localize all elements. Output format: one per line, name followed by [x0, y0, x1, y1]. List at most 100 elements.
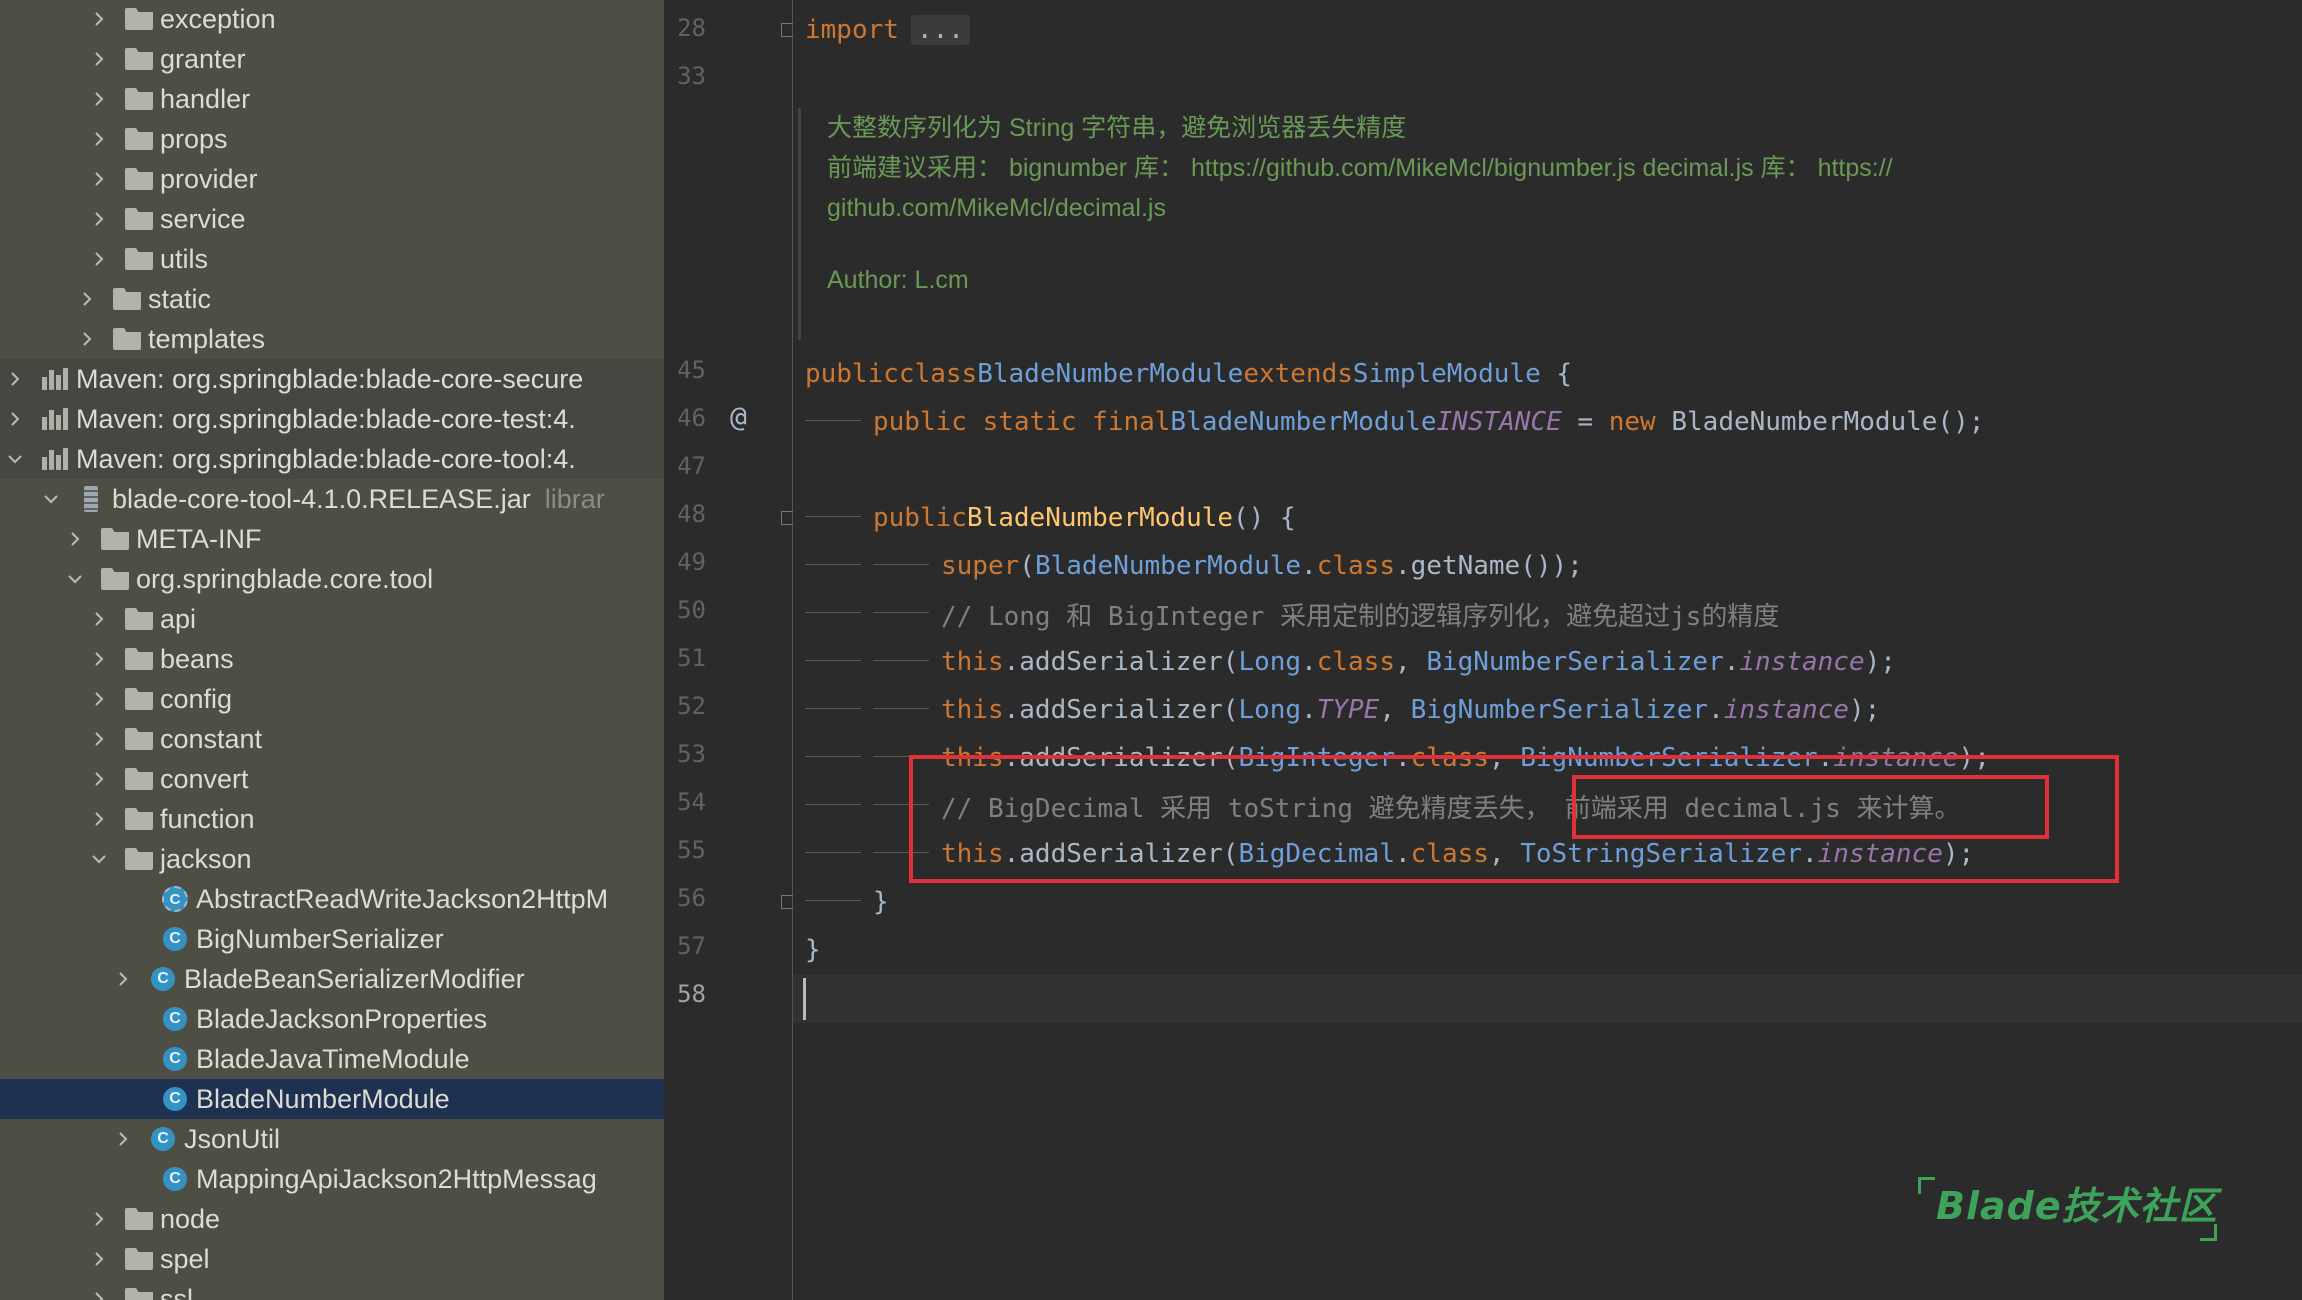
- tree-item[interactable]: provider: [0, 159, 664, 199]
- chevron-right-icon[interactable]: [88, 728, 110, 750]
- tree-item-label: handler: [160, 83, 251, 114]
- chevron-right-icon[interactable]: [88, 168, 110, 190]
- tree-item[interactable]: props: [0, 119, 664, 159]
- chevron-right-icon[interactable]: [88, 648, 110, 670]
- chevron-right-icon[interactable]: [4, 368, 26, 390]
- code-line-56: }: [805, 880, 889, 924]
- tree-item[interactable]: Maven: org.springblade:blade-core-tool:4…: [0, 439, 664, 479]
- folder-icon: [112, 326, 142, 352]
- class-icon: [148, 1126, 178, 1152]
- folder-icon: [100, 566, 130, 592]
- tree-item[interactable]: utils: [0, 239, 664, 279]
- tree-item-label: MappingApiJackson2HttpMessag: [196, 1163, 597, 1194]
- tree-item-label: Maven: org.springblade:blade-core-test:4…: [76, 403, 576, 434]
- tree-item[interactable]: jackson: [0, 839, 664, 879]
- chevron-right-icon[interactable]: [112, 1128, 134, 1150]
- chevron-right-icon[interactable]: [88, 688, 110, 710]
- tree-item-label: utils: [160, 243, 209, 274]
- folded-imports[interactable]: ...: [910, 15, 970, 45]
- folder-icon: [124, 1286, 154, 1300]
- tree-item[interactable]: config: [0, 679, 664, 719]
- folder-icon: [124, 6, 154, 32]
- tree-item-label: BladeNumberModule: [196, 1083, 450, 1114]
- folder-icon: [124, 766, 154, 792]
- tree-item[interactable]: static: [0, 279, 664, 319]
- tree-item[interactable]: function: [0, 799, 664, 839]
- tree-item[interactable]: Maven: org.springblade:blade-core-secure: [0, 359, 664, 399]
- chevron-right-icon[interactable]: [88, 8, 110, 30]
- tree-item[interactable]: AbstractReadWriteJackson2HttpM: [0, 879, 664, 919]
- tree-item-label: Maven: org.springblade:blade-core-secure: [76, 363, 584, 394]
- tree-item[interactable]: blade-core-tool-4.1.0.RELEASE.jar librar: [0, 479, 664, 519]
- line-number: 50: [677, 596, 706, 624]
- chevron-right-icon[interactable]: [76, 288, 98, 310]
- javadoc-block: 大整数序列化为 String 字符串，避免浏览器丢失精度 前端建议采用： big…: [798, 108, 2078, 340]
- class-icon: [148, 966, 178, 992]
- chevron-right-icon[interactable]: [112, 968, 134, 990]
- chevron-right-icon[interactable]: [64, 528, 86, 550]
- tree-item-label: props: [160, 123, 228, 154]
- chevron-right-icon[interactable]: [76, 328, 98, 350]
- tree-item-label: granter: [160, 43, 246, 74]
- tree-item[interactable]: META-INF: [0, 519, 664, 559]
- tree-item[interactable]: constant: [0, 719, 664, 759]
- chevron-down-icon[interactable]: [88, 848, 110, 870]
- override-marker-icon[interactable]: @: [730, 400, 747, 433]
- chevron-right-icon[interactable]: [88, 208, 110, 230]
- tree-item-label: spel: [160, 1243, 210, 1274]
- tree-item[interactable]: granter: [0, 39, 664, 79]
- tree-item[interactable]: MappingApiJackson2HttpMessag: [0, 1159, 664, 1199]
- chevron-right-icon[interactable]: [88, 1288, 110, 1300]
- text-caret: [803, 978, 806, 1020]
- tree-item-label: BladeJacksonProperties: [196, 1003, 488, 1034]
- tree-item[interactable]: convert: [0, 759, 664, 799]
- tree-item[interactable]: BladeBeanSerializerModifier: [0, 959, 664, 999]
- folder-icon: [124, 646, 154, 672]
- tree-item-label: Maven: org.springblade:blade-core-tool:4…: [76, 443, 576, 474]
- tree-item[interactable]: ssl: [0, 1279, 664, 1300]
- tree-item[interactable]: org.springblade.core.tool: [0, 559, 664, 599]
- tree-item-label: AbstractReadWriteJackson2HttpM: [196, 883, 609, 914]
- chevron-down-icon[interactable]: [64, 568, 86, 590]
- tree-item[interactable]: Maven: org.springblade:blade-core-test:4…: [0, 399, 664, 439]
- tree-item[interactable]: BigNumberSerializer: [0, 919, 664, 959]
- tree-item[interactable]: JsonUtil: [0, 1119, 664, 1159]
- chevron-right-icon[interactable]: [4, 408, 26, 430]
- code-editor[interactable]: import... 大整数序列化为 String 字符串，避免浏览器丢失精度 前…: [793, 0, 2302, 1300]
- chevron-down-icon[interactable]: [40, 488, 62, 510]
- tree-item[interactable]: beans: [0, 639, 664, 679]
- folder-icon: [124, 206, 154, 232]
- tree-item-label: static: [148, 283, 212, 314]
- chevron-right-icon[interactable]: [88, 768, 110, 790]
- tree-item[interactable]: BladeJacksonProperties: [0, 999, 664, 1039]
- tree-item[interactable]: BladeNumberModule: [0, 1079, 664, 1119]
- current-line-highlight: [793, 975, 2302, 1023]
- code-line-49: super(BladeNumberModule. class .getName())…: [805, 544, 1583, 588]
- tree-item-label: api: [160, 603, 197, 634]
- line-number: 52: [677, 692, 706, 720]
- line-number-current: 58: [677, 980, 706, 1008]
- tree-item[interactable]: handler: [0, 79, 664, 119]
- line-number: 56: [677, 884, 706, 912]
- chevron-right-icon[interactable]: [88, 48, 110, 70]
- tree-item[interactable]: spel: [0, 1239, 664, 1279]
- chevron-right-icon[interactable]: [88, 88, 110, 110]
- chevron-right-icon[interactable]: [88, 248, 110, 270]
- tree-item-label: JsonUtil: [184, 1123, 281, 1154]
- tree-item[interactable]: api: [0, 599, 664, 639]
- tree-item[interactable]: exception: [0, 0, 664, 39]
- chevron-right-icon[interactable]: [88, 808, 110, 830]
- tree-item-label: BladeJavaTimeModule: [196, 1043, 470, 1074]
- chevron-right-icon[interactable]: [88, 608, 110, 630]
- tree-item[interactable]: service: [0, 199, 664, 239]
- chevron-right-icon[interactable]: [88, 128, 110, 150]
- chevron-right-icon[interactable]: [88, 1208, 110, 1230]
- doc-line: github.com/MikeMcl/decimal.js: [827, 194, 1166, 222]
- chevron-right-icon[interactable]: [88, 1248, 110, 1270]
- tree-item[interactable]: node: [0, 1199, 664, 1239]
- tree-item[interactable]: BladeJavaTimeModule: [0, 1039, 664, 1079]
- tree-item[interactable]: templates: [0, 319, 664, 359]
- chevron-down-icon[interactable]: [4, 448, 26, 470]
- folder-icon: [124, 246, 154, 272]
